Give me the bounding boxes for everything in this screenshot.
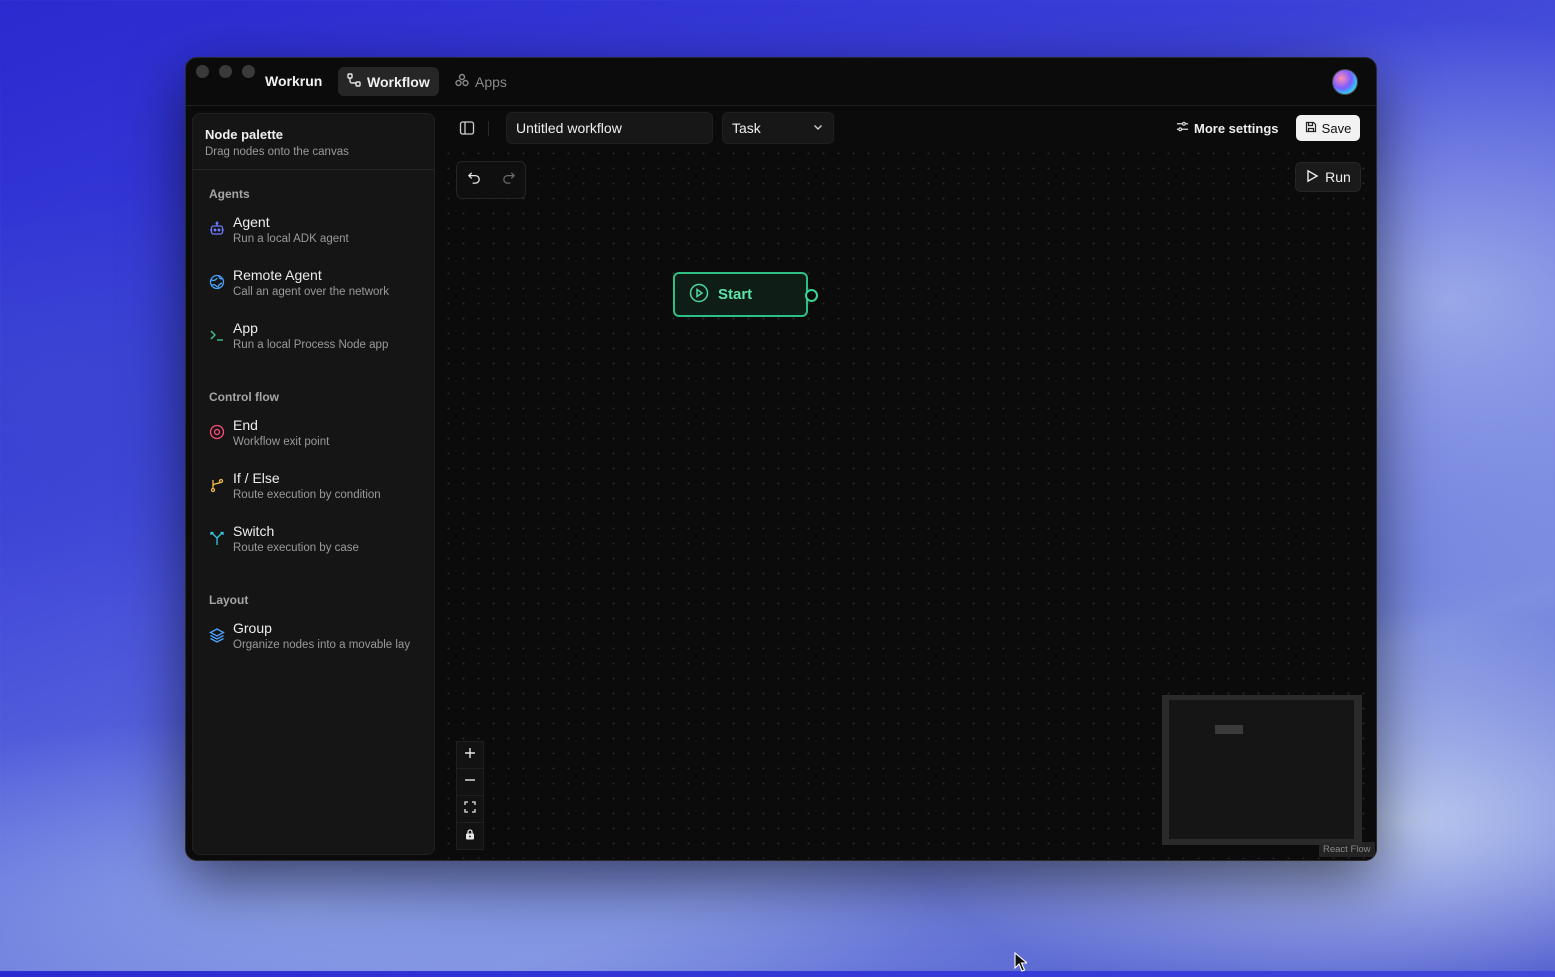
- section-layout-label: Layout: [209, 593, 249, 607]
- palette-item-label: Switch: [233, 523, 275, 539]
- palette-item-label: Group: [233, 620, 272, 636]
- mouse-cursor-icon: [1014, 951, 1029, 977]
- palette-item-label: Agent: [233, 214, 270, 230]
- chevron-down-icon: [812, 120, 824, 136]
- minus-icon: [464, 773, 476, 791]
- node-palette-subtitle: Drag nodes onto the canvas: [205, 146, 349, 158]
- workflow-type-value: Task: [732, 120, 761, 136]
- lock-icon: [464, 827, 476, 845]
- palette-item-desc: Route execution by case: [233, 542, 359, 554]
- workflow-icon: [347, 73, 361, 90]
- app-window: Workrun Workflow Apps Node palette Drag …: [185, 57, 1377, 861]
- node-palette-title: Node palette: [205, 127, 284, 142]
- redo-icon: [501, 172, 516, 189]
- branch-icon: [209, 477, 225, 493]
- globe-icon: [209, 274, 225, 290]
- start-node-label: Start: [718, 286, 753, 303]
- palette-item-app[interactable]: App Run a local Process Node app: [193, 317, 434, 370]
- node-palette-sidebar: Node palette Drag nodes onto the canvas …: [192, 113, 435, 855]
- minimap-node: [1215, 725, 1243, 734]
- layers-icon: [209, 627, 225, 643]
- palette-item-agent[interactable]: Agent Run a local ADK agent: [193, 211, 434, 264]
- palette-item-desc: Run a local Process Node app: [233, 339, 389, 351]
- save-button[interactable]: Save: [1296, 115, 1360, 141]
- palette-item-desc: Run a local ADK agent: [233, 233, 349, 245]
- start-node[interactable]: Start: [673, 272, 808, 317]
- palette-item-switch[interactable]: Switch Route execution by case: [193, 520, 434, 573]
- workflow-name-input[interactable]: [506, 112, 713, 144]
- tab-apps-label: Apps: [475, 73, 507, 90]
- run-button[interactable]: Run: [1295, 162, 1361, 192]
- play-icon: [1305, 169, 1319, 186]
- sidebar-toggle-icon: [459, 121, 475, 140]
- palette-item-group[interactable]: Group Organize nodes into a movable lay: [193, 617, 434, 670]
- title-bar: Workrun Workflow Apps: [186, 58, 1376, 106]
- palette-item-label: If / Else: [233, 470, 280, 486]
- palette-item-desc: Workflow exit point: [233, 436, 330, 448]
- palette-item-desc: Route execution by condition: [233, 489, 381, 501]
- fit-view-icon: [464, 800, 476, 818]
- node-palette-header: Node palette Drag nodes onto the canvas: [193, 114, 434, 170]
- robot-icon: [209, 221, 225, 237]
- window-zoom-button[interactable]: [242, 65, 255, 78]
- window-close-button[interactable]: [196, 65, 209, 78]
- run-label: Run: [1325, 169, 1351, 185]
- tab-apps[interactable]: Apps: [446, 67, 516, 96]
- workflow-type-select[interactable]: Task: [722, 112, 834, 144]
- terminal-icon: [209, 327, 225, 343]
- minimap[interactable]: [1162, 695, 1362, 845]
- apps-icon: [455, 73, 469, 90]
- more-settings-label: More settings: [1194, 120, 1279, 136]
- undo-button[interactable]: [467, 170, 482, 190]
- palette-item-label: App: [233, 320, 258, 336]
- save-label: Save: [1321, 120, 1352, 136]
- toolbar-divider: [488, 121, 489, 136]
- tab-workflow-label: Workflow: [367, 73, 430, 90]
- canvas-controls: [456, 741, 484, 850]
- zoom-in-button[interactable]: [457, 742, 483, 769]
- section-agents-label: Agents: [209, 187, 250, 201]
- palette-item-remote-agent[interactable]: Remote Agent Call an agent over the netw…: [193, 264, 434, 317]
- lock-button[interactable]: [457, 823, 483, 849]
- section-control-flow-label: Control flow: [209, 390, 279, 404]
- app-brand: Workrun: [265, 73, 323, 89]
- palette-item-desc: Organize nodes into a movable lay: [233, 639, 411, 651]
- split-icon: [209, 530, 225, 546]
- undo-icon: [467, 172, 482, 189]
- toggle-sidebar-button[interactable]: [459, 120, 475, 141]
- play-circle-icon: [689, 283, 709, 307]
- palette-item-end[interactable]: End Workflow exit point: [193, 414, 434, 467]
- palette-item-label: End: [233, 417, 258, 433]
- stop-circle-icon: [209, 424, 225, 440]
- tab-workflow[interactable]: Workflow: [338, 67, 439, 96]
- avatar[interactable]: [1332, 69, 1358, 95]
- window-minimize-button[interactable]: [219, 65, 232, 78]
- palette-item-label: Remote Agent: [233, 267, 322, 283]
- react-flow-attribution[interactable]: React Flow: [1319, 842, 1375, 857]
- start-node-output-handle[interactable]: [805, 289, 818, 302]
- plus-icon: [464, 746, 476, 764]
- fit-view-button[interactable]: [457, 796, 483, 823]
- save-icon: [1305, 121, 1317, 136]
- minimap-viewport: [1169, 700, 1354, 839]
- history-controls: [456, 161, 526, 199]
- zoom-out-button[interactable]: [457, 769, 483, 796]
- palette-item-if-else[interactable]: If / Else Route execution by condition: [193, 467, 434, 520]
- palette-item-desc: Call an agent over the network: [233, 286, 389, 298]
- sliders-icon: [1176, 120, 1189, 136]
- redo-button[interactable]: [501, 170, 516, 190]
- more-settings-button[interactable]: More settings: [1176, 118, 1279, 138]
